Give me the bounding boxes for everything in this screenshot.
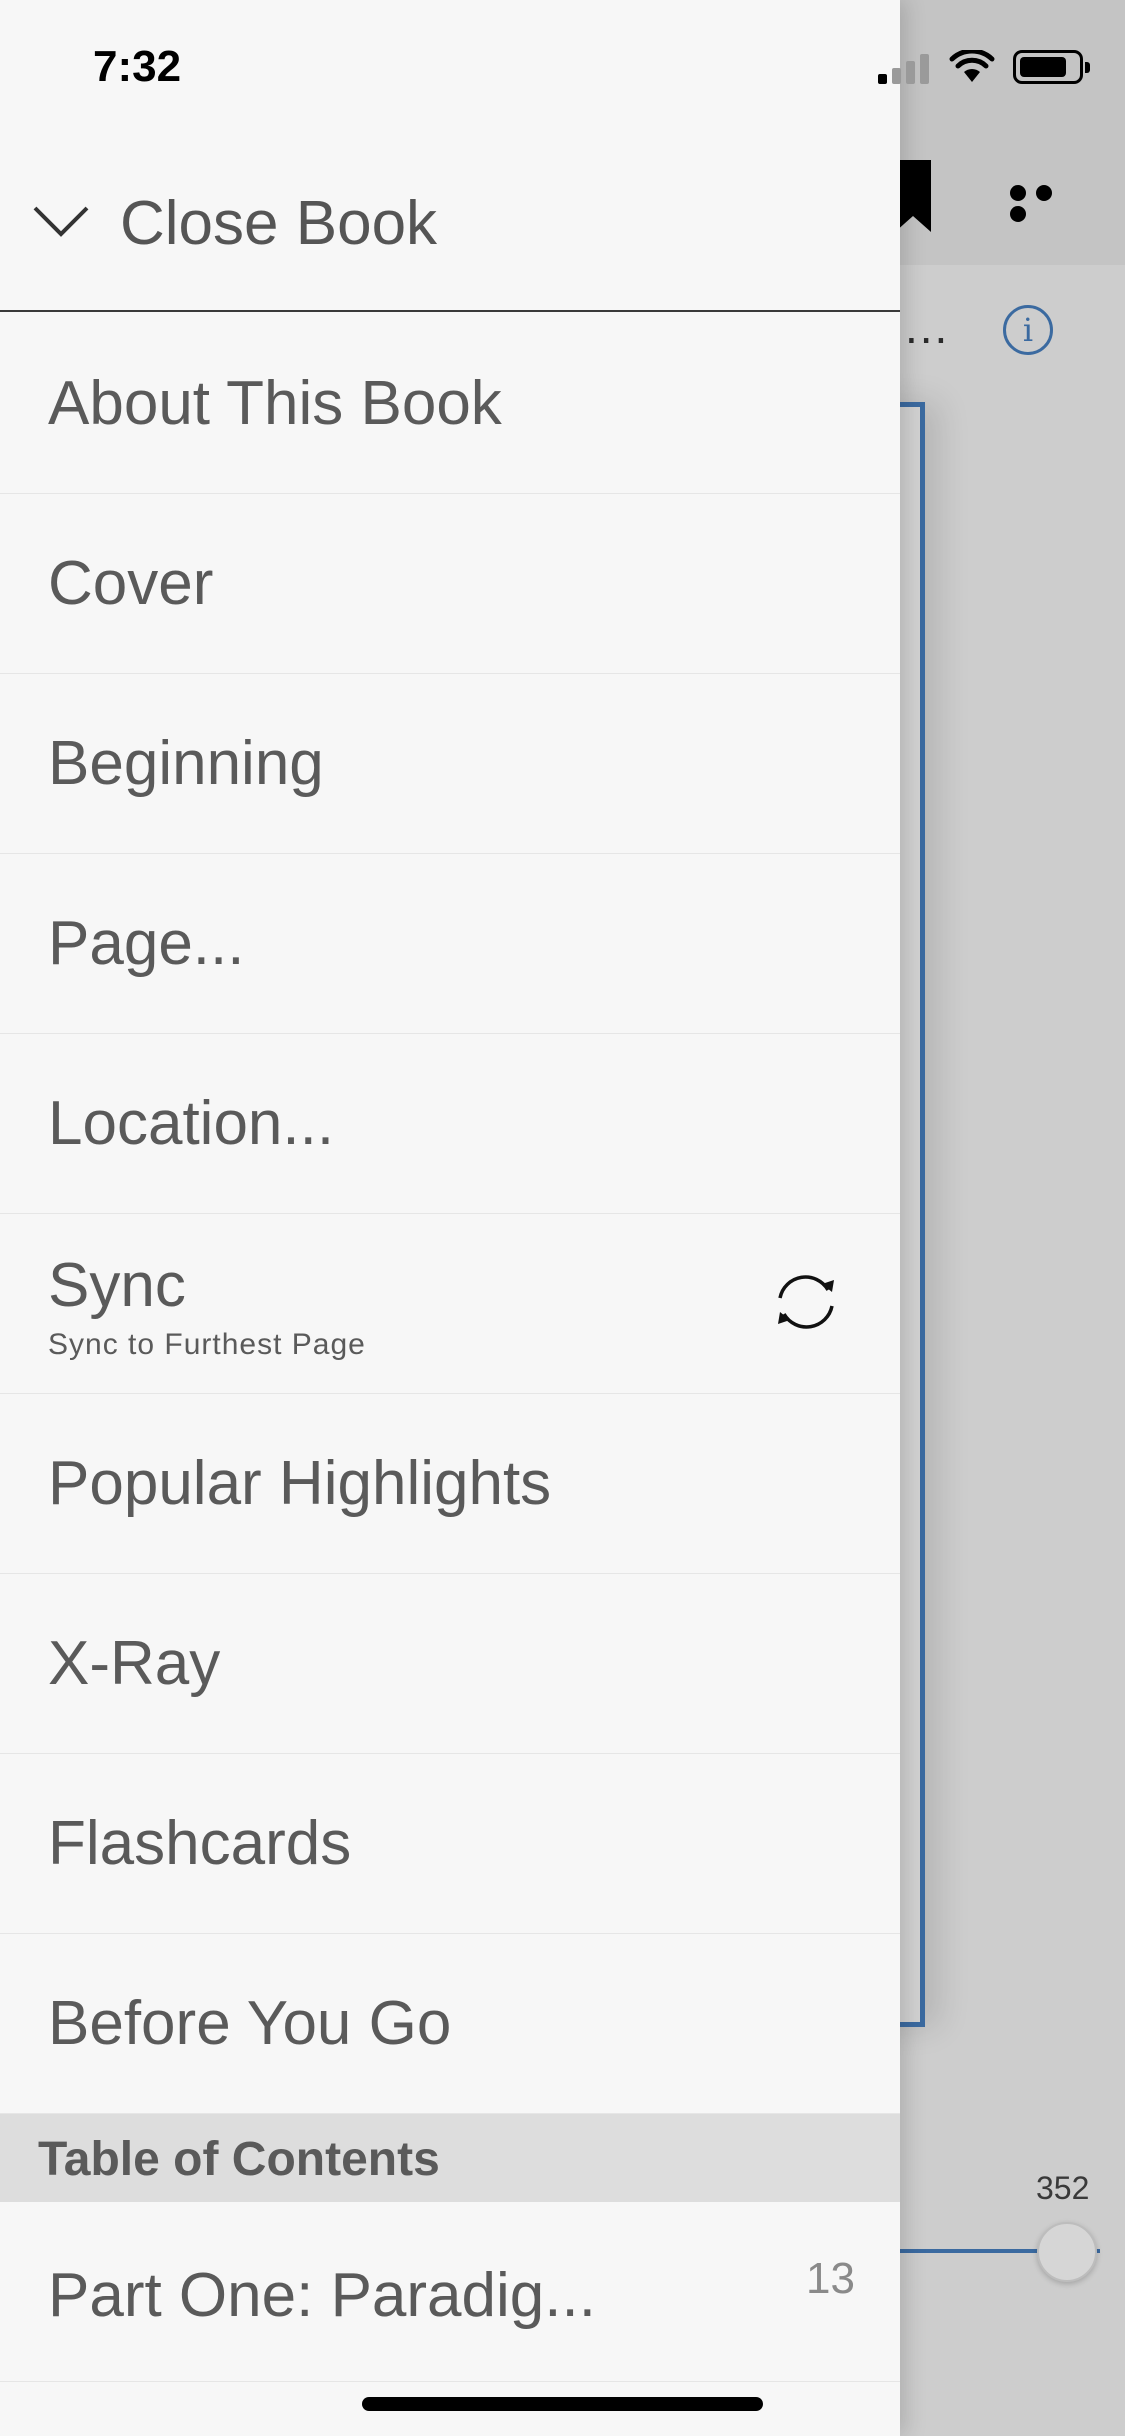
book-menu-drawer: Close Book About This Book Cover Beginni… — [0, 0, 900, 2436]
menu-item-sync[interactable]: Sync Sync to Furthest Page — [0, 1214, 900, 1394]
close-book-button[interactable]: Close Book — [0, 150, 900, 312]
book-title-truncated: ... — [905, 301, 950, 353]
toc-item-page-number: 13 — [806, 2254, 855, 2303]
menu-item-label: Sync — [48, 1251, 186, 1320]
menu-item-before-you-go[interactable]: Before You Go — [0, 1934, 900, 2114]
menu-item-beginning[interactable]: Beginning — [0, 674, 900, 854]
close-book-label: Close Book — [120, 189, 438, 258]
menu-item-label: Page... — [48, 909, 245, 978]
toc-item-part-one[interactable]: Part One: Paradig... 13 — [0, 2202, 900, 2382]
status-time: 7:32 — [93, 42, 182, 91]
sync-icon — [778, 1275, 834, 1329]
toc-header-label: Table of Contents — [38, 2133, 440, 2186]
menu-item-label: Cover — [48, 549, 214, 618]
toc-item-label: Part One: Paradig... — [48, 2261, 596, 2330]
slider-page-number: 352 — [1036, 2170, 1090, 2206]
menu-item-popular-highlights[interactable]: Popular Highlights — [0, 1394, 900, 1574]
menu-item-label: X-Ray — [48, 1629, 221, 1698]
menu-item-label: Popular Highlights — [48, 1449, 552, 1518]
book-menu-list: About This Book Cover Beginning Page... … — [0, 314, 900, 2114]
menu-item-label: Beginning — [48, 729, 324, 798]
wifi-icon — [949, 50, 995, 82]
menu-item-label: Location... — [48, 1089, 335, 1158]
home-indicator[interactable] — [362, 2397, 763, 2411]
more-options-icon[interactable] — [1010, 185, 1082, 222]
menu-item-flashcards[interactable]: Flashcards — [0, 1754, 900, 1934]
menu-item-sublabel: Sync to Furthest Page — [48, 1328, 366, 1361]
status-icons — [878, 50, 1090, 84]
menu-item-x-ray[interactable]: X-Ray — [0, 1574, 900, 1754]
menu-item-label: Flashcards — [48, 1809, 352, 1878]
menu-item-location[interactable]: Location... — [0, 1034, 900, 1214]
menu-item-cover[interactable]: Cover — [0, 494, 900, 674]
cellular-signal-icon — [878, 50, 929, 84]
table-of-contents-header: Table of Contents — [0, 2114, 900, 2202]
info-icon[interactable]: i — [1003, 305, 1053, 355]
menu-item-about-this-book[interactable]: About This Book — [0, 314, 900, 494]
page-slider-thumb[interactable] — [1037, 2222, 1097, 2282]
menu-item-label: About This Book — [48, 369, 502, 438]
menu-item-page[interactable]: Page... — [0, 854, 900, 1034]
menu-item-label: Before You Go — [48, 1989, 452, 2058]
battery-icon — [1013, 50, 1090, 84]
bookmark-icon[interactable] — [895, 160, 931, 232]
chevron-down-icon — [33, 206, 89, 237]
